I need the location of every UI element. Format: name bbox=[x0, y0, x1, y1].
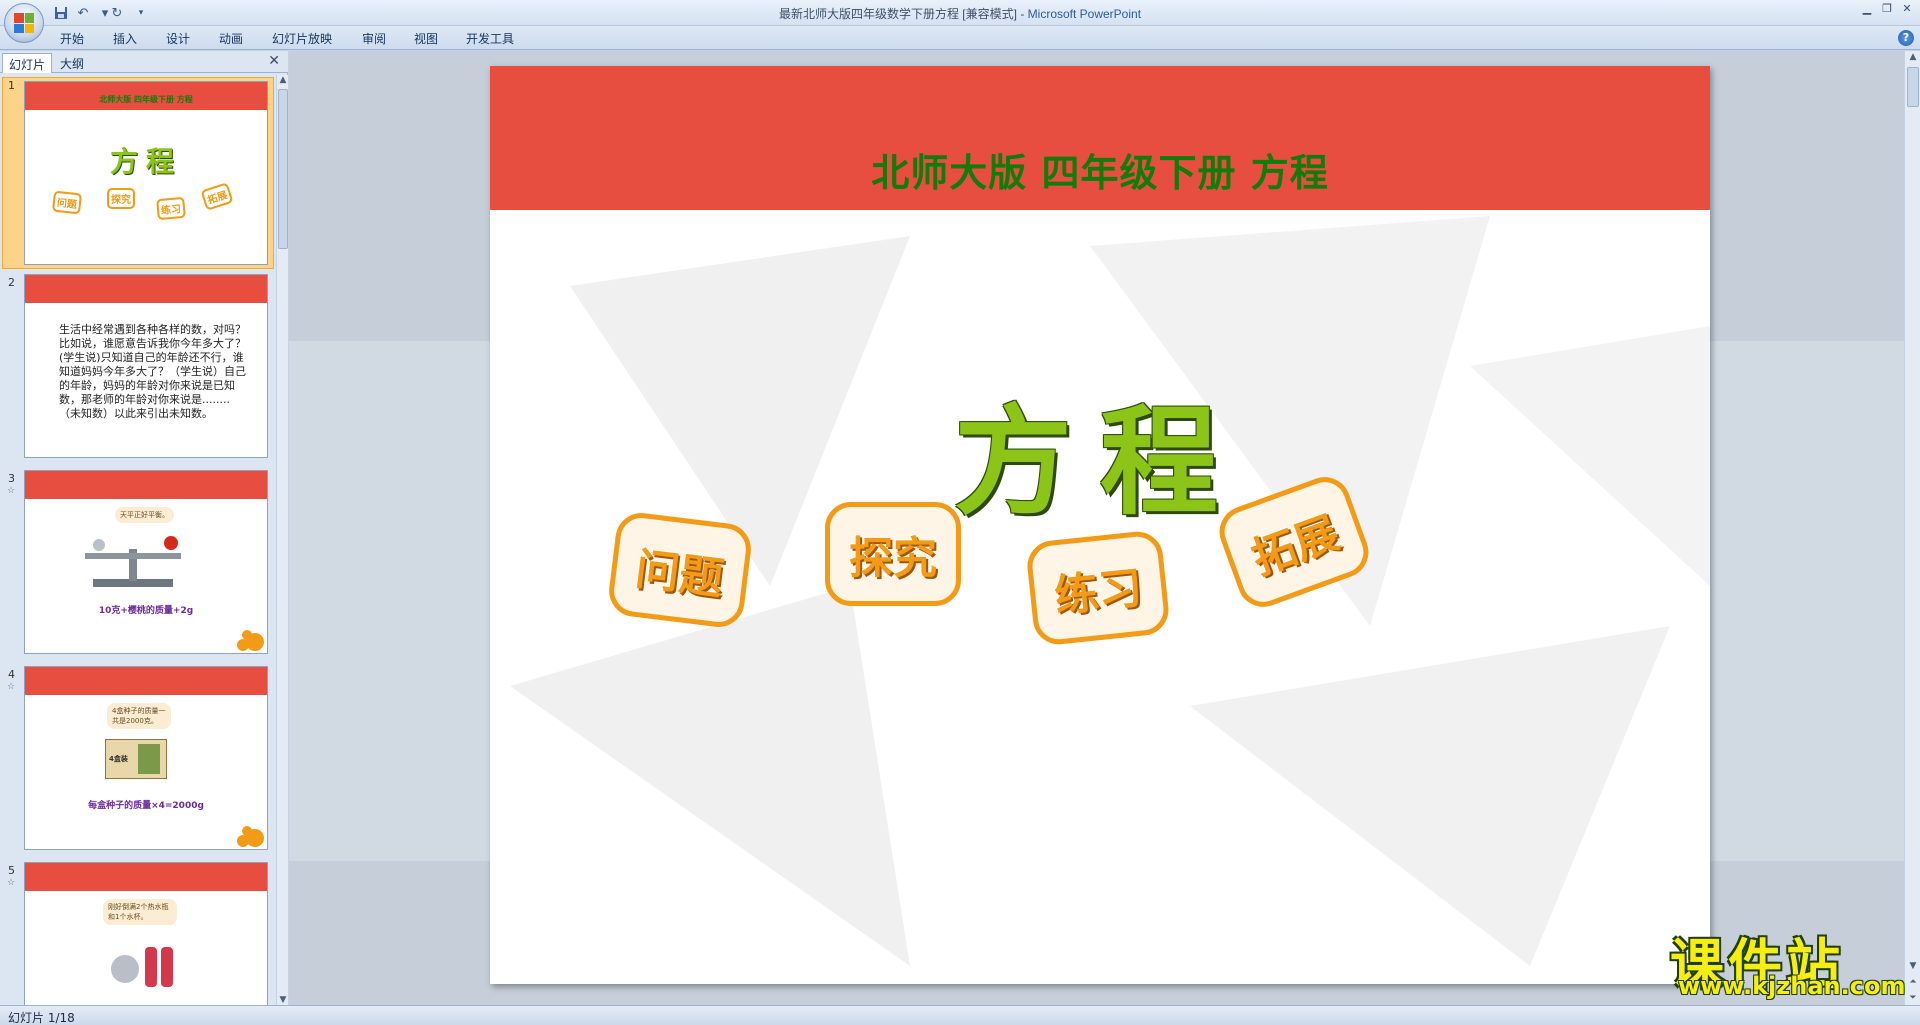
thumb-speech-bubble: 4盒种子的质量一共是2000克。 bbox=[107, 703, 171, 729]
orange-decoration-icon bbox=[235, 825, 265, 847]
office-logo-icon bbox=[14, 13, 34, 33]
status-bar: 幻灯片 1/18 bbox=[0, 1005, 1920, 1025]
ribbon-tabs: 开始 插入 设计 动画 幻灯片放映 审阅 视图 开发工具 ? bbox=[0, 26, 1920, 50]
animation-star-icon: ☆ bbox=[7, 878, 16, 888]
pane-close-icon[interactable]: ✕ bbox=[268, 53, 280, 69]
seed-box-icon: 4盒装 bbox=[105, 739, 167, 779]
close-icon[interactable]: ✕ bbox=[1898, 2, 1916, 16]
scroll-up-icon[interactable]: ▲ bbox=[277, 75, 289, 85]
scroll-up-icon[interactable]: ▲ bbox=[1905, 52, 1920, 62]
animation-star-icon: ☆ bbox=[7, 682, 16, 692]
practice-button[interactable]: 练习 bbox=[1024, 529, 1172, 647]
slides-pane: 幻灯片 大纲 ✕ 1 北师大版 四年级下册 方程 方程 问题 探究 练习 拓展 … bbox=[0, 51, 288, 1005]
slide-number: 4 bbox=[8, 668, 15, 681]
minimize-icon[interactable]: ▁ bbox=[1858, 2, 1876, 16]
thumb-pill: 探究 bbox=[107, 188, 135, 209]
tab-insert[interactable]: 插入 bbox=[113, 30, 137, 47]
thumbnail-slide-3[interactable]: 天平正好平衡。 10克+樱桃的质量+2g bbox=[24, 470, 268, 654]
slide-number: 2 bbox=[8, 276, 15, 289]
document-name: 最新北师大版四年级数学下册方程 [兼容模式] bbox=[778, 7, 1017, 21]
window-title: 最新北师大版四年级数学下册方程 [兼容模式] - Microsoft Power… bbox=[0, 5, 1920, 22]
tab-slide-show[interactable]: 幻灯片放映 bbox=[272, 30, 332, 47]
tab-home[interactable]: 开始 bbox=[60, 30, 84, 47]
slide-number: 5 bbox=[8, 864, 15, 877]
title-bar: ↶ ▾ ↻ ▾ 最新北师大版四年级数学下册方程 [兼容模式] - Microso… bbox=[0, 0, 1920, 43]
orange-decoration-icon bbox=[235, 629, 265, 651]
thumbnail-list: 1 北师大版 四年级下册 方程 方程 问题 探究 练习 拓展 2 生活中经常遇到… bbox=[0, 75, 276, 1005]
box-label: 4盒装 bbox=[109, 755, 128, 763]
thumbnail-scrollbar[interactable]: ▲ ▼ bbox=[276, 75, 288, 1005]
thumb-speech-bubble: 刚好倒满2个热水瓶和1个水杯。 bbox=[103, 899, 177, 925]
thumbnail-slide-2[interactable]: 生活中经常遇到各种各样的数，对吗？比如说，谁愿意告诉我你今年多大了？(学生说)只… bbox=[24, 274, 268, 458]
next-slide-icon[interactable]: ⏷ bbox=[1905, 993, 1920, 1003]
scrollbar-thumb[interactable] bbox=[278, 89, 288, 249]
thumb-header-bar bbox=[25, 863, 267, 891]
kettle-thermos-icon bbox=[107, 929, 177, 989]
thumbnail-slide-4[interactable]: 4盒种子的质量一共是2000克。 4盒装 每盒种子的质量×4=2000g bbox=[24, 666, 268, 850]
thumb-pill: 拓展 bbox=[200, 182, 234, 211]
problem-button[interactable]: 问题 bbox=[606, 510, 754, 630]
balance-scale-icon bbox=[83, 529, 183, 589]
office-button[interactable] bbox=[4, 3, 44, 43]
extend-label: 拓展 bbox=[1245, 507, 1346, 586]
thumb-header-text: 北师大版 四年级下册 方程 bbox=[99, 95, 193, 104]
thumb-header-bar bbox=[25, 667, 267, 695]
thumb-caption: 10克+樱桃的质量+2g bbox=[98, 606, 194, 616]
thumb-speech-bubble: 天平正好平衡。 bbox=[115, 507, 174, 523]
thumb-header-bar bbox=[25, 275, 267, 303]
practice-label: 练习 bbox=[1052, 562, 1145, 623]
restore-icon[interactable]: ❐ bbox=[1878, 2, 1896, 16]
slide-number: 3 bbox=[8, 472, 15, 485]
problem-label: 问题 bbox=[632, 543, 727, 606]
thumb-body-text: 生活中经常遇到各种各样的数，对吗？比如说，谁愿意告诉我你今年多大了？(学生说)只… bbox=[59, 323, 246, 420]
tab-design[interactable]: 设计 bbox=[166, 30, 190, 47]
watermark-url: www.kjzhan.com bbox=[1678, 972, 1906, 1000]
slide-counter: 幻灯片 1/18 bbox=[8, 1011, 75, 1025]
help-icon[interactable]: ? bbox=[1898, 30, 1914, 46]
application-name: Microsoft PowerPoint bbox=[1027, 7, 1142, 21]
scroll-down-icon[interactable]: ▼ bbox=[1905, 961, 1920, 971]
tab-review[interactable]: 审阅 bbox=[362, 30, 386, 47]
thumb-caption: 每盒种子的质量×4=2000g bbox=[88, 801, 204, 811]
scroll-down-icon[interactable]: ▼ bbox=[277, 995, 289, 1005]
tab-view[interactable]: 视图 bbox=[414, 30, 438, 47]
slide-editing-area: 北师大版 四年级下册 方程 方程 问题 探究 练习 拓展 bbox=[289, 51, 1904, 1005]
slide-number: 1 bbox=[8, 79, 15, 92]
animation-star-icon: ☆ bbox=[7, 486, 16, 496]
scrollbar-thumb[interactable] bbox=[1907, 67, 1919, 107]
current-slide[interactable]: 北师大版 四年级下册 方程 方程 问题 探究 练习 拓展 bbox=[490, 66, 1710, 984]
explore-label: 探究 bbox=[849, 533, 937, 584]
thumb-header-bar bbox=[25, 471, 267, 499]
thumb-pill: 练习 bbox=[156, 196, 186, 221]
title-separator: - bbox=[1016, 7, 1028, 21]
explore-button[interactable]: 探究 bbox=[825, 502, 961, 606]
pane-tabs: 幻灯片 大纲 ✕ bbox=[0, 51, 288, 73]
tab-developer[interactable]: 开发工具 bbox=[466, 30, 514, 47]
thumb-big-title: 方程 bbox=[109, 145, 182, 178]
thumbnail-slide-1[interactable]: 北师大版 四年级下册 方程 方程 问题 探究 练习 拓展 bbox=[24, 81, 268, 265]
slide-title[interactable]: 北师大版 四年级下册 方程 bbox=[490, 142, 1710, 197]
thumb-pill: 问题 bbox=[51, 190, 83, 215]
slide-scrollbar[interactable]: ▲ ▼ ⏶ ⏷ bbox=[1904, 51, 1920, 1005]
tab-animations[interactable]: 动画 bbox=[219, 30, 243, 47]
tab-outline[interactable]: 大纲 bbox=[54, 53, 90, 73]
thumbnail-slide-5[interactable]: 刚好倒满2个热水瓶和1个水杯。 bbox=[24, 862, 268, 1005]
previous-slide-icon[interactable]: ⏶ bbox=[1905, 977, 1920, 987]
tab-slides[interactable]: 幻灯片 bbox=[2, 53, 53, 73]
